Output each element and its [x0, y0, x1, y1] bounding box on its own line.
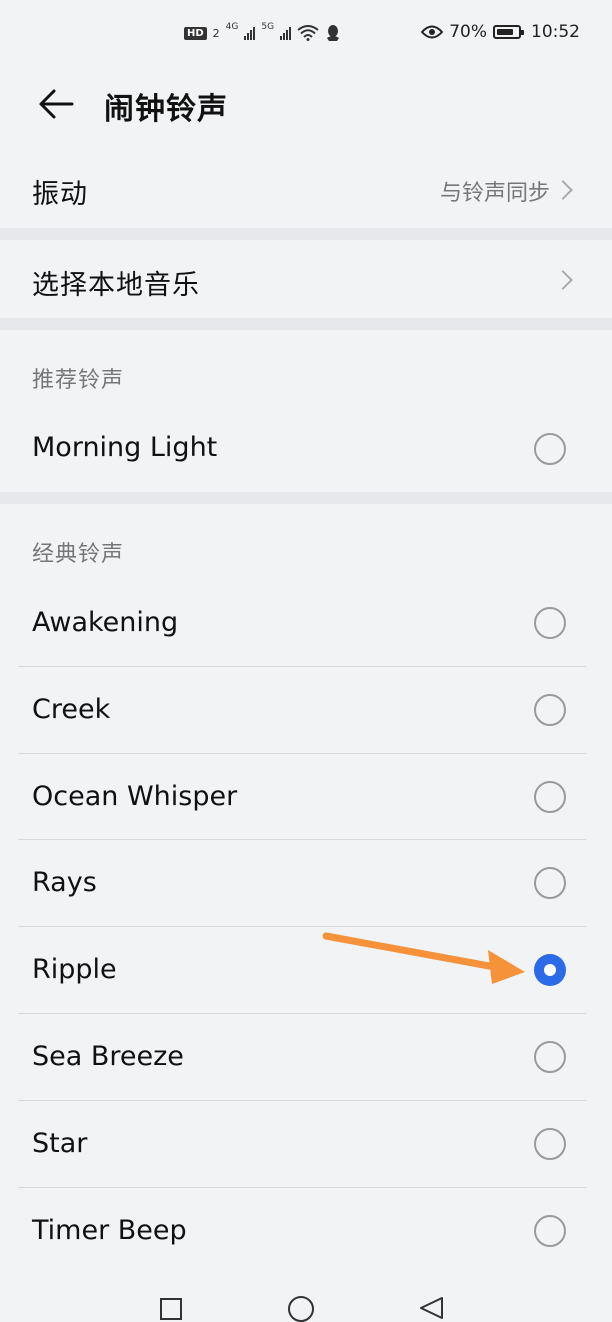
- recommended-section-title: 推荐铃声: [32, 368, 125, 393]
- ringtone-label: Awakening: [32, 607, 179, 638]
- annotation-arrow-icon: [322, 932, 525, 984]
- signal-5g-label: 5G: [261, 22, 275, 32]
- system-nav-bar: [0, 1276, 612, 1322]
- signal-5g-icon: [280, 26, 292, 40]
- section-separator: [0, 492, 612, 504]
- ringtone-label: Creek: [32, 694, 111, 725]
- ringtone-radio[interactable]: [534, 1041, 566, 1073]
- ringtone-row-creek[interactable]: Creek: [0, 667, 612, 753]
- eye-comfort-icon: [421, 25, 444, 39]
- ringtone-row-sea-breeze[interactable]: Sea Breeze: [0, 1014, 612, 1100]
- hd-icon: HD: [184, 26, 207, 40]
- section-separator: [0, 228, 612, 240]
- ringtone-radio[interactable]: [534, 867, 566, 899]
- app-header: 闹钟铃声: [0, 70, 612, 140]
- ringtone-row-awakening[interactable]: Awakening: [0, 580, 612, 666]
- ringtone-radio[interactable]: [534, 781, 566, 813]
- local-music-label: 选择本地音乐: [32, 270, 200, 301]
- sim-2-label: 2: [212, 26, 220, 40]
- vibration-value: 与铃声同步: [439, 181, 550, 206]
- ringtone-label: Rays: [32, 867, 97, 898]
- local-music-row[interactable]: 选择本地音乐: [0, 240, 612, 320]
- signal-4g-icon: [244, 26, 256, 40]
- status-bar: HD 2 4G 5G 70% 10:52: [0, 0, 612, 70]
- back-arrow-icon[interactable]: [38, 88, 74, 120]
- vibration-label: 振动: [32, 179, 88, 210]
- ringtone-row-morning-light[interactable]: Morning Light: [0, 406, 612, 492]
- ringtone-radio[interactable]: [534, 1128, 566, 1160]
- ringtone-radio-selected[interactable]: [534, 954, 566, 986]
- battery-icon: [493, 25, 524, 39]
- home-circle-icon[interactable]: [288, 1296, 314, 1322]
- classic-section-title: 经典铃声: [32, 542, 125, 567]
- ringtone-label: Sea Breeze: [32, 1041, 184, 1072]
- ringtone-row-star[interactable]: Star: [0, 1101, 612, 1187]
- signal-4g-label: 4G: [225, 22, 239, 32]
- ringtone-label: Ripple: [32, 954, 117, 985]
- ringtone-radio[interactable]: [534, 694, 566, 726]
- vibration-setting-row[interactable]: 振动 与铃声同步: [0, 140, 612, 228]
- chevron-right-icon: [553, 270, 573, 290]
- ringtone-label: Timer Beep: [32, 1215, 187, 1246]
- back-triangle-icon[interactable]: [418, 1296, 444, 1320]
- page-title: 闹钟铃声: [104, 92, 228, 127]
- status-right-icons: 70% 10:52: [421, 22, 580, 42]
- recents-square-icon[interactable]: [160, 1298, 182, 1320]
- chevron-right-icon: [553, 180, 573, 200]
- status-time: 10:52: [531, 22, 580, 42]
- ringtone-label: Ocean Whisper: [32, 781, 238, 812]
- ringtone-row-rays[interactable]: Rays: [0, 840, 612, 926]
- qq-notification-icon: [327, 25, 340, 41]
- ringtone-radio[interactable]: [534, 607, 566, 639]
- ringtone-row-ocean-whisper[interactable]: Ocean Whisper: [0, 754, 612, 840]
- battery-percent: 70%: [449, 22, 487, 42]
- ringtone-label: Star: [32, 1128, 88, 1159]
- status-left-icons: HD 2 4G 5G: [184, 22, 341, 42]
- wifi-icon: [297, 25, 319, 41]
- ringtone-label: Morning Light: [32, 432, 218, 463]
- section-separator: [0, 318, 612, 330]
- ringtone-radio[interactable]: [534, 1215, 566, 1247]
- ringtone-row-timer-beep[interactable]: Timer Beep: [0, 1188, 612, 1274]
- ringtone-radio[interactable]: [534, 433, 566, 465]
